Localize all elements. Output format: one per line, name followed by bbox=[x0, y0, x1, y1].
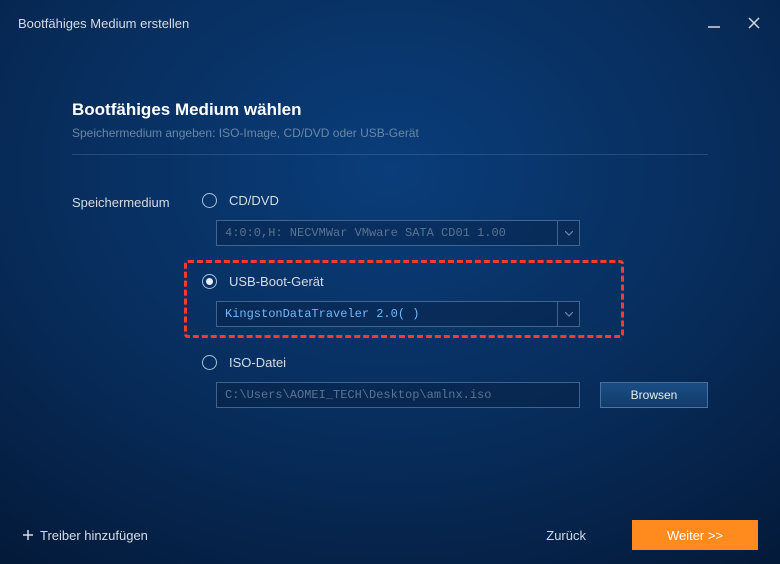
option-iso-row[interactable]: ISO-Datei bbox=[202, 355, 708, 370]
radio-iso[interactable] bbox=[202, 355, 217, 370]
cd-select[interactable]: 4:0:0,H: NECVMWar VMware SATA CD01 1.00 bbox=[216, 220, 580, 246]
usb-select-dropdown-button[interactable] bbox=[557, 302, 579, 326]
usb-select[interactable]: KingstonDataTraveler 2.0( ) bbox=[216, 301, 580, 327]
window-title: Bootfähiges Medium erstellen bbox=[18, 16, 189, 31]
close-button[interactable] bbox=[746, 15, 762, 31]
option-cd-group: CD/DVD 4:0:0,H: NECVMWar VMware SATA CD0… bbox=[202, 193, 708, 246]
option-usb-label: USB-Boot-Gerät bbox=[229, 274, 324, 289]
next-button[interactable]: Weiter >> bbox=[632, 520, 758, 550]
option-usb-group: USB-Boot-Gerät KingstonDataTraveler 2.0(… bbox=[202, 274, 708, 327]
cd-select-dropdown-button[interactable] bbox=[557, 221, 579, 245]
form-label: Speichermedium bbox=[72, 193, 202, 436]
cd-select-value: 4:0:0,H: NECVMWar VMware SATA CD01 1.00 bbox=[217, 221, 557, 245]
footer: Treiber hinzufügen Zurück Weiter >> bbox=[0, 506, 780, 564]
option-iso-label: ISO-Datei bbox=[229, 355, 286, 370]
option-cd-label: CD/DVD bbox=[229, 193, 279, 208]
option-usb-row[interactable]: USB-Boot-Gerät bbox=[202, 274, 708, 289]
option-cd-row[interactable]: CD/DVD bbox=[202, 193, 708, 208]
radio-cd[interactable] bbox=[202, 193, 217, 208]
window-controls bbox=[706, 15, 762, 31]
options-column: CD/DVD 4:0:0,H: NECVMWar VMware SATA CD0… bbox=[202, 193, 708, 436]
usb-select-value: KingstonDataTraveler 2.0( ) bbox=[217, 302, 557, 326]
plus-icon bbox=[22, 529, 34, 541]
option-iso-group: ISO-Datei C:\Users\AOMEI_TECH\Desktop\am… bbox=[202, 355, 708, 408]
add-driver-button[interactable]: Treiber hinzufügen bbox=[22, 528, 148, 543]
page-heading: Bootfähiges Medium wählen bbox=[72, 100, 708, 120]
minimize-button[interactable] bbox=[706, 15, 722, 31]
iso-path-input[interactable]: C:\Users\AOMEI_TECH\Desktop\amlnx.iso bbox=[216, 382, 580, 408]
main-content: Bootfähiges Medium wählen Speichermedium… bbox=[0, 46, 780, 436]
form-row: Speichermedium CD/DVD 4:0:0,H: NECVMWar … bbox=[72, 193, 708, 436]
divider bbox=[72, 154, 708, 155]
iso-input-row: C:\Users\AOMEI_TECH\Desktop\amlnx.iso Br… bbox=[216, 382, 708, 408]
page-subheading: Speichermedium angeben: ISO-Image, CD/DV… bbox=[72, 126, 708, 140]
back-button[interactable]: Zurück bbox=[520, 520, 612, 550]
titlebar: Bootfähiges Medium erstellen bbox=[0, 0, 780, 46]
browse-button[interactable]: Browsen bbox=[600, 382, 708, 408]
radio-usb[interactable] bbox=[202, 274, 217, 289]
add-driver-label: Treiber hinzufügen bbox=[40, 528, 148, 543]
